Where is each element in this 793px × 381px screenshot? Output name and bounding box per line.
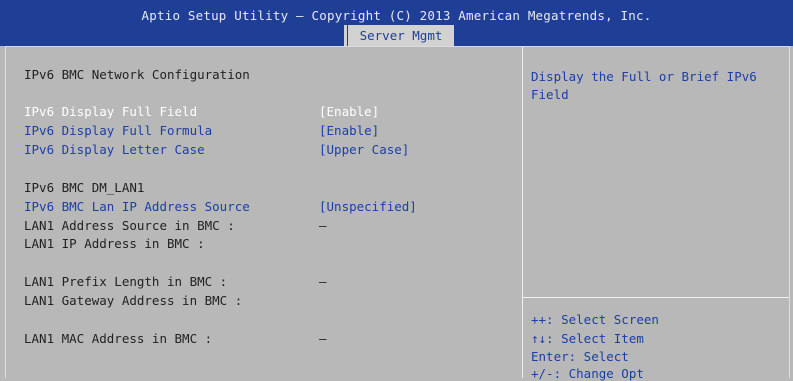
setting-value[interactable]: [Upper Case]	[319, 142, 409, 157]
panel-divider	[522, 47, 523, 378]
info-lan1-mac-address: LAN1 MAC Address in BMC : –	[24, 331, 327, 376]
info-label: LAN1 Gateway Address in BMC :	[24, 293, 243, 308]
setting-label: IPv6 BMC Lan IP Address Source	[24, 199, 250, 214]
setting-label: IPv6 Display Full Formula	[24, 123, 213, 138]
info-label: LAN1 MAC Address in BMC :	[24, 331, 213, 346]
hint-select-item: ↑↓: Select Item	[531, 331, 644, 346]
tab-server-mgmt[interactable]: Server Mgmt	[344, 25, 454, 46]
page-heading: IPv6 BMC Network Configuration	[24, 67, 250, 82]
info-label: LAN1 Prefix Length in BMC :	[24, 274, 228, 289]
info-value: –	[319, 218, 327, 233]
setting-label: IPv6 Display Letter Case	[24, 142, 205, 157]
setting-label: IPv6 Display Full Field	[24, 104, 198, 119]
help-divider	[523, 297, 789, 298]
info-value: –	[319, 331, 327, 346]
hint-change-opt: +/-: Change Opt	[531, 366, 644, 381]
info-label: LAN1 IP Address in BMC :	[24, 236, 205, 251]
help-text: Display the Full or Brief IPv6 Field	[531, 69, 757, 102]
hint-select-screen: ++: Select Screen	[531, 312, 659, 327]
utility-title: Aptio Setup Utility – Copyright (C) 2013…	[141, 8, 652, 23]
setting-value[interactable]: [Enable]	[319, 104, 379, 119]
setting-value[interactable]: [Enable]	[319, 123, 379, 138]
setting-value[interactable]: [Unspecified]	[319, 199, 417, 214]
header-bar: Aptio Setup Utility – Copyright (C) 2013…	[0, 0, 793, 46]
info-label: LAN1 Address Source in BMC :	[24, 218, 235, 233]
info-value: –	[319, 274, 327, 289]
hint-enter-select: Enter: Select	[531, 349, 629, 364]
